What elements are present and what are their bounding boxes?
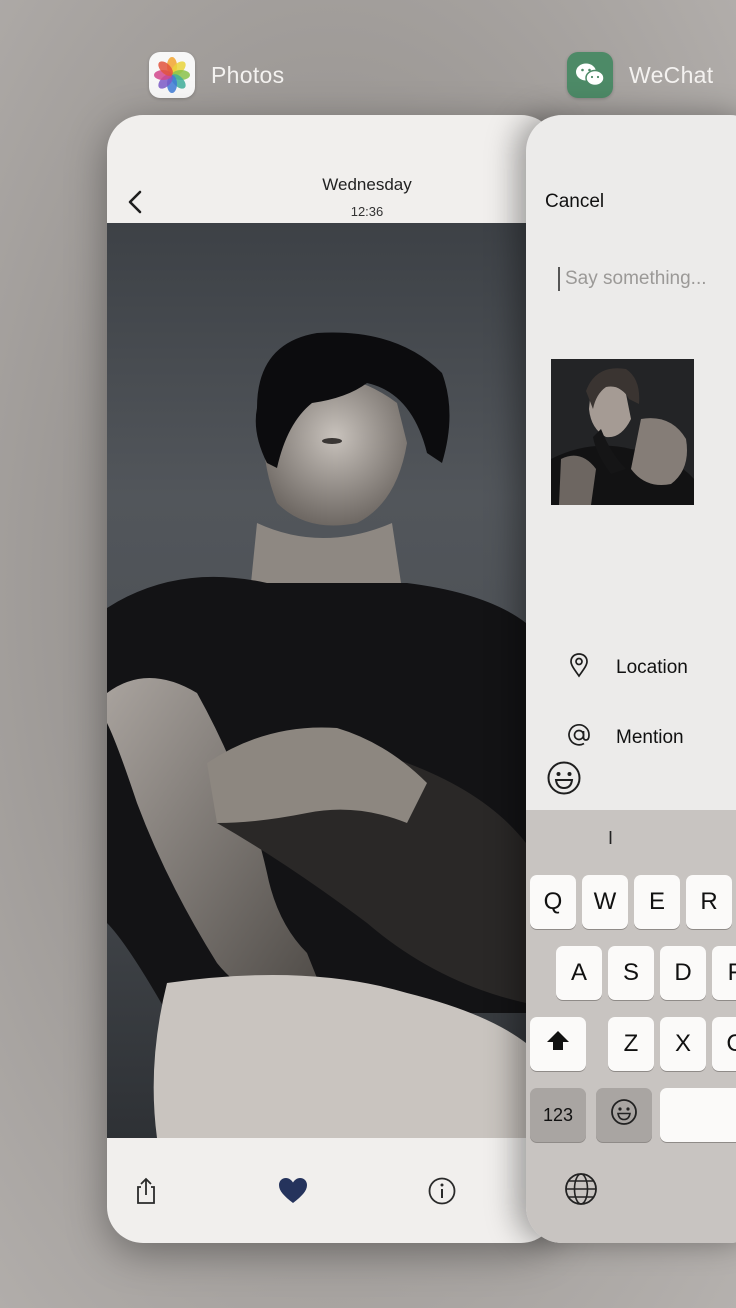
emoji-key-icon xyxy=(610,1098,638,1133)
app-label-photos[interactable]: Photos xyxy=(149,52,284,98)
photo-viewer-image[interactable] xyxy=(107,223,526,1138)
photos-nav-bar: Wednesday 12:36 xyxy=(107,115,557,223)
wechat-app-card[interactable]: Cancel Say something... Location Mention… xyxy=(526,115,736,1243)
text-caret xyxy=(558,267,560,291)
photos-toolbar xyxy=(107,1138,526,1243)
location-label: Location xyxy=(616,656,688,678)
globe-icon[interactable] xyxy=(564,1172,598,1211)
key-c[interactable]: C xyxy=(712,1017,736,1071)
key-d[interactable]: D xyxy=(660,946,706,1000)
key-s[interactable]: S xyxy=(608,946,654,1000)
key-q[interactable]: Q xyxy=(530,875,576,929)
key-e[interactable]: E xyxy=(634,875,680,929)
location-pin-icon xyxy=(566,652,592,683)
at-icon xyxy=(566,722,592,753)
key-w[interactable]: W xyxy=(582,875,628,929)
app-name-wechat: WeChat xyxy=(629,61,714,88)
photo-time-subtitle: 12:36 xyxy=(350,204,384,219)
post-text-placeholder: Say something... xyxy=(565,268,707,289)
key-z[interactable]: Z xyxy=(608,1017,654,1071)
cancel-button[interactable]: Cancel xyxy=(545,191,604,213)
emoji-keyboard-key[interactable] xyxy=(596,1088,652,1142)
emoji-icon[interactable] xyxy=(546,760,582,801)
space-key[interactable] xyxy=(660,1088,736,1142)
keyboard-suggestion[interactable]: I xyxy=(608,828,613,849)
key-a[interactable]: A xyxy=(556,946,602,1000)
heart-icon[interactable] xyxy=(276,1174,310,1208)
post-text-input[interactable]: Say something... xyxy=(558,265,736,293)
photo-date-title: Wednesday xyxy=(322,175,412,194)
app-name-photos: Photos xyxy=(211,61,285,88)
mention-label: Mention xyxy=(616,726,684,748)
chevron-left-icon[interactable] xyxy=(121,187,151,217)
info-icon[interactable] xyxy=(425,1174,459,1208)
photos-app-icon xyxy=(149,52,195,98)
onscreen-keyboard: I Q W E R A S D F Z X C 123 xyxy=(526,810,736,1243)
shift-key[interactable] xyxy=(530,1017,586,1071)
photos-app-card[interactable]: Wednesday 12:36 xyxy=(107,115,557,1243)
location-row[interactable]: Location xyxy=(566,652,688,683)
mention-row[interactable]: Mention xyxy=(566,722,684,753)
key-r[interactable]: R xyxy=(686,875,732,929)
attached-photo-thumbnail[interactable] xyxy=(551,359,694,505)
wechat-app-icon xyxy=(567,52,613,98)
key-f[interactable]: F xyxy=(712,946,736,1000)
share-icon[interactable] xyxy=(129,1174,163,1208)
shift-icon xyxy=(545,1029,571,1060)
app-label-wechat[interactable]: WeChat xyxy=(567,52,713,98)
key-x[interactable]: X xyxy=(660,1017,706,1071)
numbers-key[interactable]: 123 xyxy=(530,1088,586,1142)
